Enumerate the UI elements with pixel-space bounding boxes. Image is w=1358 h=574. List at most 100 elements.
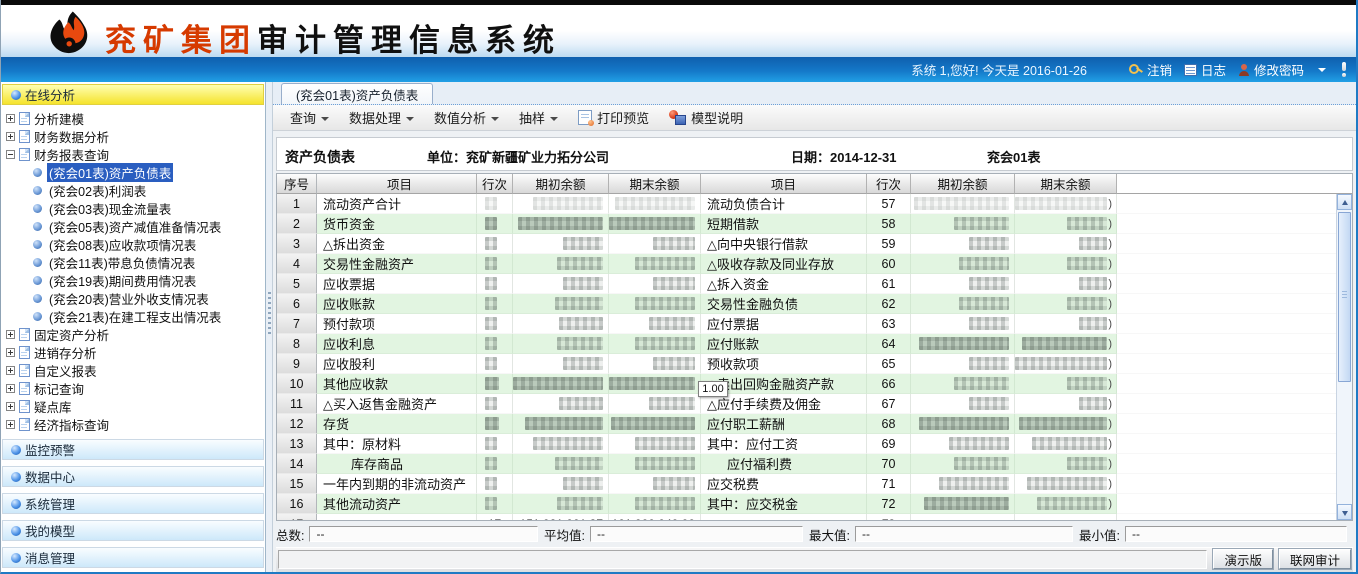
expand-icon[interactable] [6, 348, 15, 357]
branch-label: 财务报表查询 [34, 145, 109, 164]
table-row[interactable]: 7 预付款项 应付票据 63 [277, 314, 1336, 334]
expand-icon[interactable] [6, 330, 15, 339]
tree-leaf-report-08[interactable]: (兖会08表)应收款项情况表 [6, 235, 263, 253]
expand-icon[interactable] [6, 420, 15, 429]
table-row[interactable]: 10 其他应收款 △卖出回购金融资产款 66 [277, 374, 1336, 394]
sidebar-section-online-analysis[interactable]: 在线分析 [2, 84, 264, 105]
line-cell [477, 454, 513, 474]
column-header[interactable]: 行次 [477, 174, 513, 194]
sidebar-splitter[interactable] [266, 82, 273, 574]
table-row[interactable]: 6 应收账款 交易性金融负债 62 [277, 294, 1336, 314]
line-cell: 61 [867, 274, 911, 294]
expand-icon[interactable] [6, 114, 15, 123]
column-header[interactable]: 期初余额 [911, 174, 1015, 194]
collapse-icon[interactable] [6, 150, 15, 159]
tab-balance-sheet[interactable]: (兖会01表)资产负债表 [281, 83, 433, 104]
blurred-value [533, 437, 603, 450]
sidebar-section-data-center[interactable]: 数据中心 [2, 466, 264, 487]
item-cell: 预付款项 [317, 314, 477, 334]
tree-leaf-report-20[interactable]: (兖会20表)营业外收支情况表 [6, 289, 263, 307]
report-title: 资产负债表 [285, 147, 355, 167]
scroll-down-button[interactable] [1337, 504, 1352, 520]
table-row[interactable]: 15 一年内到期的非流动资产 应交税费 71 [277, 474, 1336, 494]
table-row[interactable]: 12 存货 应付职工薪酬 68 [277, 414, 1336, 434]
expand-icon[interactable] [6, 402, 15, 411]
tree-leaf-report-05[interactable]: (兖会05表)资产减值准备情况表 [6, 217, 263, 235]
tree-branch-inventory[interactable]: 进销存分析 [6, 343, 263, 361]
column-header[interactable]: 期末余额 [1015, 174, 1117, 194]
line-cell: 57 [867, 194, 911, 214]
sidebar-section-my-models[interactable]: 我的模型 [2, 520, 264, 541]
amount-cell [911, 314, 1015, 334]
scroll-up-button[interactable] [1337, 194, 1352, 210]
table-row[interactable]: 13 其中：原材料 其中：应付工资 69 [277, 434, 1336, 454]
logout-link[interactable]: 注销 [1129, 60, 1172, 79]
blurred-value [1067, 457, 1107, 470]
table-row[interactable]: 9 应收股利 预收款项 65 [277, 354, 1336, 374]
online-audit-button[interactable]: 联网审计 [1279, 549, 1351, 569]
column-header[interactable]: 期末余额 [609, 174, 701, 194]
amount-cell [1015, 194, 1117, 214]
column-header[interactable]: 项目 [317, 174, 477, 194]
line-cell: 59 [867, 234, 911, 254]
numeric-analysis-menu-button[interactable]: 数值分析 [425, 105, 508, 130]
table-row[interactable]: 4 交易性金融资产 △吸收存款及同业存放 60 [277, 254, 1336, 274]
tree-leaf-report-03[interactable]: (兖会03表)现金流量表 [6, 199, 263, 217]
table-header-row: 序号 项目 行次 期初余额 期末余额 项目 行次 期初余额 期末余额 [277, 174, 1352, 194]
tree-leaf-report-02[interactable]: (兖会02表)利润表 [6, 181, 263, 199]
sidebar-section-monitoring[interactable]: 监控预警 [2, 439, 264, 460]
line-cell [477, 234, 513, 254]
expand-icon[interactable] [6, 384, 15, 393]
tree-branch-doubt-library[interactable]: 疑点库 [6, 397, 263, 415]
column-header[interactable]: 序号 [277, 174, 317, 194]
filler-cell [1117, 514, 1336, 521]
table-row-partial[interactable]: 17 17 151,021,001.37 101,000,040.00 73 [277, 514, 1336, 521]
demo-version-button[interactable]: 演示版 [1213, 549, 1273, 569]
tree-branch-mark-query[interactable]: 标记查询 [6, 379, 263, 397]
tree-branch-financial-data-analysis[interactable]: 财务数据分析 [6, 127, 263, 145]
column-header[interactable]: 行次 [867, 174, 911, 194]
blurred-value [485, 297, 497, 310]
column-header[interactable]: 期初余额 [513, 174, 609, 194]
blurred-value [1079, 397, 1107, 410]
table-row[interactable]: 14 库存商品 应付福利费 70 [277, 454, 1336, 474]
sampling-menu-button[interactable]: 抽样 [510, 105, 567, 130]
item-cell: 应付票据 [701, 314, 867, 334]
table-row[interactable]: 1 流动资产合计 流动负债合计 57 [277, 194, 1336, 214]
table-row[interactable]: 2 货币资金 短期借款 58 [277, 214, 1336, 234]
query-menu-button[interactable]: 查询 [281, 105, 338, 130]
scrollbar-thumb[interactable] [1338, 212, 1351, 382]
vertical-scrollbar[interactable] [1336, 194, 1352, 520]
tree-branch-financial-reports[interactable]: 财务报表查询 [6, 145, 263, 163]
dropdown-caret-icon[interactable] [1318, 68, 1326, 72]
data-processing-menu-button[interactable]: 数据处理 [340, 105, 423, 130]
sidebar-section-system-management[interactable]: 系统管理 [2, 493, 264, 514]
table-row[interactable]: 11 △买入返售金融资产 △应付手续费及佣金 67 [277, 394, 1336, 414]
tree-leaf-report-01[interactable]: (兖会01表)资产负债表 [6, 163, 263, 181]
tree-leaf-report-21[interactable]: (兖会21表)在建工程支出情况表 [6, 307, 263, 325]
log-link[interactable]: 日志 [1184, 60, 1226, 79]
tree-leaf-report-11[interactable]: (兖会11表)带息负债情况表 [6, 253, 263, 271]
sidebar-section-messages[interactable]: 消息管理 [2, 547, 264, 568]
column-header[interactable]: 项目 [701, 174, 867, 194]
table-row[interactable]: 3 △拆出资金 △向中央银行借款 59 [277, 234, 1336, 254]
exclamation-icon[interactable] [1340, 62, 1348, 77]
tree-branch-fixed-assets[interactable]: 固定资产分析 [6, 325, 263, 343]
tree-branch-economic-indicators[interactable]: 经济指标查询 [6, 415, 263, 433]
change-password-link[interactable]: 修改密码 [1238, 60, 1304, 79]
expand-icon[interactable] [6, 132, 15, 141]
table-row[interactable]: 5 应收票据 △拆入资金 61 [277, 274, 1336, 294]
table-row[interactable]: 16 其他流动资产 其中：应交税金 72 [277, 494, 1336, 514]
tree-branch-custom-reports[interactable]: 自定义报表 [6, 361, 263, 379]
tree-branch-analysis-modeling[interactable]: 分析建模 [6, 109, 263, 127]
amount-cell [513, 234, 609, 254]
blurred-value [635, 337, 695, 350]
table-row[interactable]: 8 应收利息 应付账款 64 [277, 334, 1336, 354]
report-date: 日期：2014-12-31 [791, 147, 897, 166]
expand-icon[interactable] [6, 366, 15, 375]
document-icon [19, 328, 30, 341]
print-preview-button[interactable]: 打印预览 [569, 105, 658, 130]
model-description-button[interactable]: 模型说明 [660, 105, 752, 130]
tree-leaf-report-19[interactable]: (兖会19表)期间费用情况表 [6, 271, 263, 289]
item-cell: 应付职工薪酬 [701, 414, 867, 434]
